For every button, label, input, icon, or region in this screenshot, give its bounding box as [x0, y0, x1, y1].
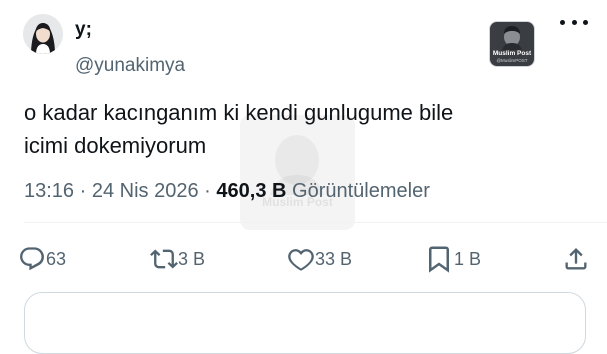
retweet-count: 3 B	[178, 248, 206, 269]
avatar-image	[23, 14, 63, 54]
more-dot	[560, 19, 565, 25]
more-icon[interactable]	[560, 14, 588, 30]
tweet-text-line: o kadar kacınganım ki kendi gunlugume bi…	[24, 100, 454, 125]
author-handle[interactable]: @yunakimya	[75, 55, 185, 77]
like-button[interactable]: 33 B	[287, 244, 352, 274]
tweet-meta: 13:16 · 24 Nis 2026 · 460,3 B Görüntülem…	[24, 180, 430, 203]
bookmark-icon	[429, 246, 449, 273]
retweet-icon	[150, 249, 178, 269]
reply-count: 63	[46, 248, 67, 269]
badge-subtitle: @MuslimPOST	[496, 58, 528, 63]
share-icon	[565, 248, 587, 270]
muslim-post-badge: Muslim Post @MuslimPOST	[490, 22, 534, 66]
views-count[interactable]: 460,3 B	[216, 180, 286, 202]
more-dot	[583, 19, 588, 25]
tweet-text-line: icimi dokemiyorum	[24, 133, 207, 158]
badge-title: Muslim Post	[492, 50, 532, 57]
meta-separator: ·	[79, 180, 87, 202]
tweet-date[interactable]: 24 Nis 2026	[92, 180, 199, 202]
like-count: 33 B	[315, 248, 353, 269]
views-label: Görüntülemeler	[292, 180, 430, 202]
reply-composer[interactable]	[24, 292, 586, 354]
meta-separator: ·	[204, 180, 211, 202]
like-icon	[288, 249, 314, 271]
tweet-text: o kadar kacınganım ki kendi gunlugume bi…	[24, 96, 544, 162]
bookmark-count: 1 B	[454, 248, 482, 269]
reply-icon	[20, 247, 44, 271]
divider	[24, 222, 607, 223]
more-dot	[571, 19, 577, 25]
tweet-time[interactable]: 13:16	[24, 180, 74, 202]
retweet-button[interactable]: 3 B	[150, 244, 205, 274]
reply-button[interactable]: 63	[18, 244, 66, 274]
avatar[interactable]	[23, 14, 63, 54]
bookmark-button[interactable]: 1 B	[424, 244, 481, 274]
share-button[interactable]	[562, 244, 590, 274]
author-name[interactable]: y;	[75, 19, 92, 41]
